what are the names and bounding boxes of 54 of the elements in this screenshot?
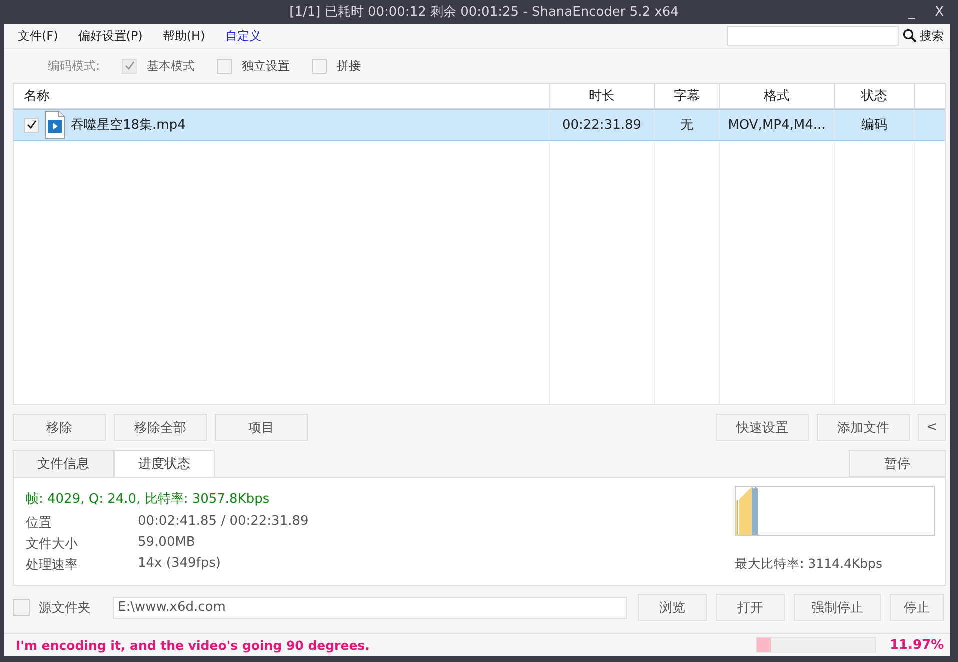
- field-value: 59.00MB: [138, 535, 196, 552]
- field-value: 14x (349fps): [138, 556, 222, 573]
- menu-item[interactable]: 文件(F): [18, 28, 58, 44]
- column-header[interactable]: 时长: [550, 84, 655, 108]
- option-label: 基本模式: [147, 58, 196, 74]
- table-row[interactable]: 吞噬星空18集.mp4 00:22:31.89 无 MOV,MP4,M4... 编码: [14, 109, 945, 141]
- checkbox[interactable]: [217, 58, 232, 74]
- column-header[interactable]: 格式: [720, 84, 835, 108]
- custom-link[interactable]: 自定义: [225, 28, 262, 44]
- field-label: 文件大小: [26, 536, 79, 553]
- field-label: 位置: [26, 515, 53, 532]
- column-header[interactable]: 名称: [14, 84, 550, 108]
- max-bitrate-text: 最大比特率: 3114.4Kbps: [735, 556, 884, 573]
- checkbox[interactable]: [312, 58, 328, 74]
- toolbar-button[interactable]: 添加文件: [817, 414, 910, 441]
- progress-summary: 帧: 4029, Q: 24.0, 比特率: 3057.8Kbps: [26, 491, 271, 508]
- option-label: 拼接: [337, 58, 362, 74]
- toolbar-button[interactable]: <: [918, 414, 946, 441]
- table-cell: 编码: [835, 110, 915, 140]
- pause-button[interactable]: 暂停: [849, 450, 946, 477]
- checkbox[interactable]: [13, 599, 30, 616]
- action-button[interactable]: 停止: [890, 594, 944, 621]
- minimize-button[interactable]: _: [908, 4, 916, 20]
- encode-mode-label: 编码模式:: [48, 58, 100, 74]
- output-path-field[interactable]: E:\www.x6d.com: [113, 596, 627, 618]
- column-header[interactable]: 字幕: [655, 84, 720, 108]
- action-button[interactable]: 打开: [716, 594, 785, 621]
- source-folder-label: 源文件夹: [39, 600, 92, 616]
- file-name: 吞噬星空18集.mp4: [71, 117, 186, 134]
- search-icon: [903, 29, 917, 43]
- search-button[interactable]: 搜索: [903, 28, 944, 44]
- tab[interactable]: 进度状态: [114, 450, 215, 477]
- action-button[interactable]: 强制停止: [794, 594, 881, 621]
- checkbox[interactable]: [24, 118, 39, 132]
- table-cell: MOV,MP4,M4...: [720, 110, 835, 140]
- option-label: 独立设置: [242, 58, 290, 74]
- menu-item[interactable]: 帮助(H): [162, 28, 206, 44]
- tab[interactable]: 文件信息: [13, 450, 114, 477]
- list-button[interactable]: 移除全部: [114, 414, 207, 441]
- column-header[interactable]: 状态: [835, 84, 915, 108]
- window-title: [1/1] 已耗时 00:00:12 剩余 00:01:25 - ShanaEncoder 5.2 x64: [288, 4, 680, 21]
- action-button[interactable]: 浏览: [638, 594, 707, 621]
- list-button[interactable]: 移除: [13, 414, 106, 441]
- menu-item[interactable]: 偏好设置(P): [78, 28, 143, 44]
- list-button[interactable]: 项目: [215, 414, 308, 441]
- close-button[interactable]: X: [935, 4, 944, 20]
- video-file-icon: [45, 111, 65, 139]
- search-field[interactable]: [727, 26, 899, 46]
- table-cell: 无: [655, 110, 720, 140]
- table-cell: 00:22:31.89: [550, 110, 655, 140]
- toolbar-button[interactable]: 快速设置: [716, 414, 809, 441]
- field-label: 处理速率: [26, 557, 79, 574]
- field-value: 00:02:41.85 / 00:22:31.89: [138, 514, 309, 531]
- status-message: I'm encoding it, and the video's going 90 degrees.: [16, 638, 370, 652]
